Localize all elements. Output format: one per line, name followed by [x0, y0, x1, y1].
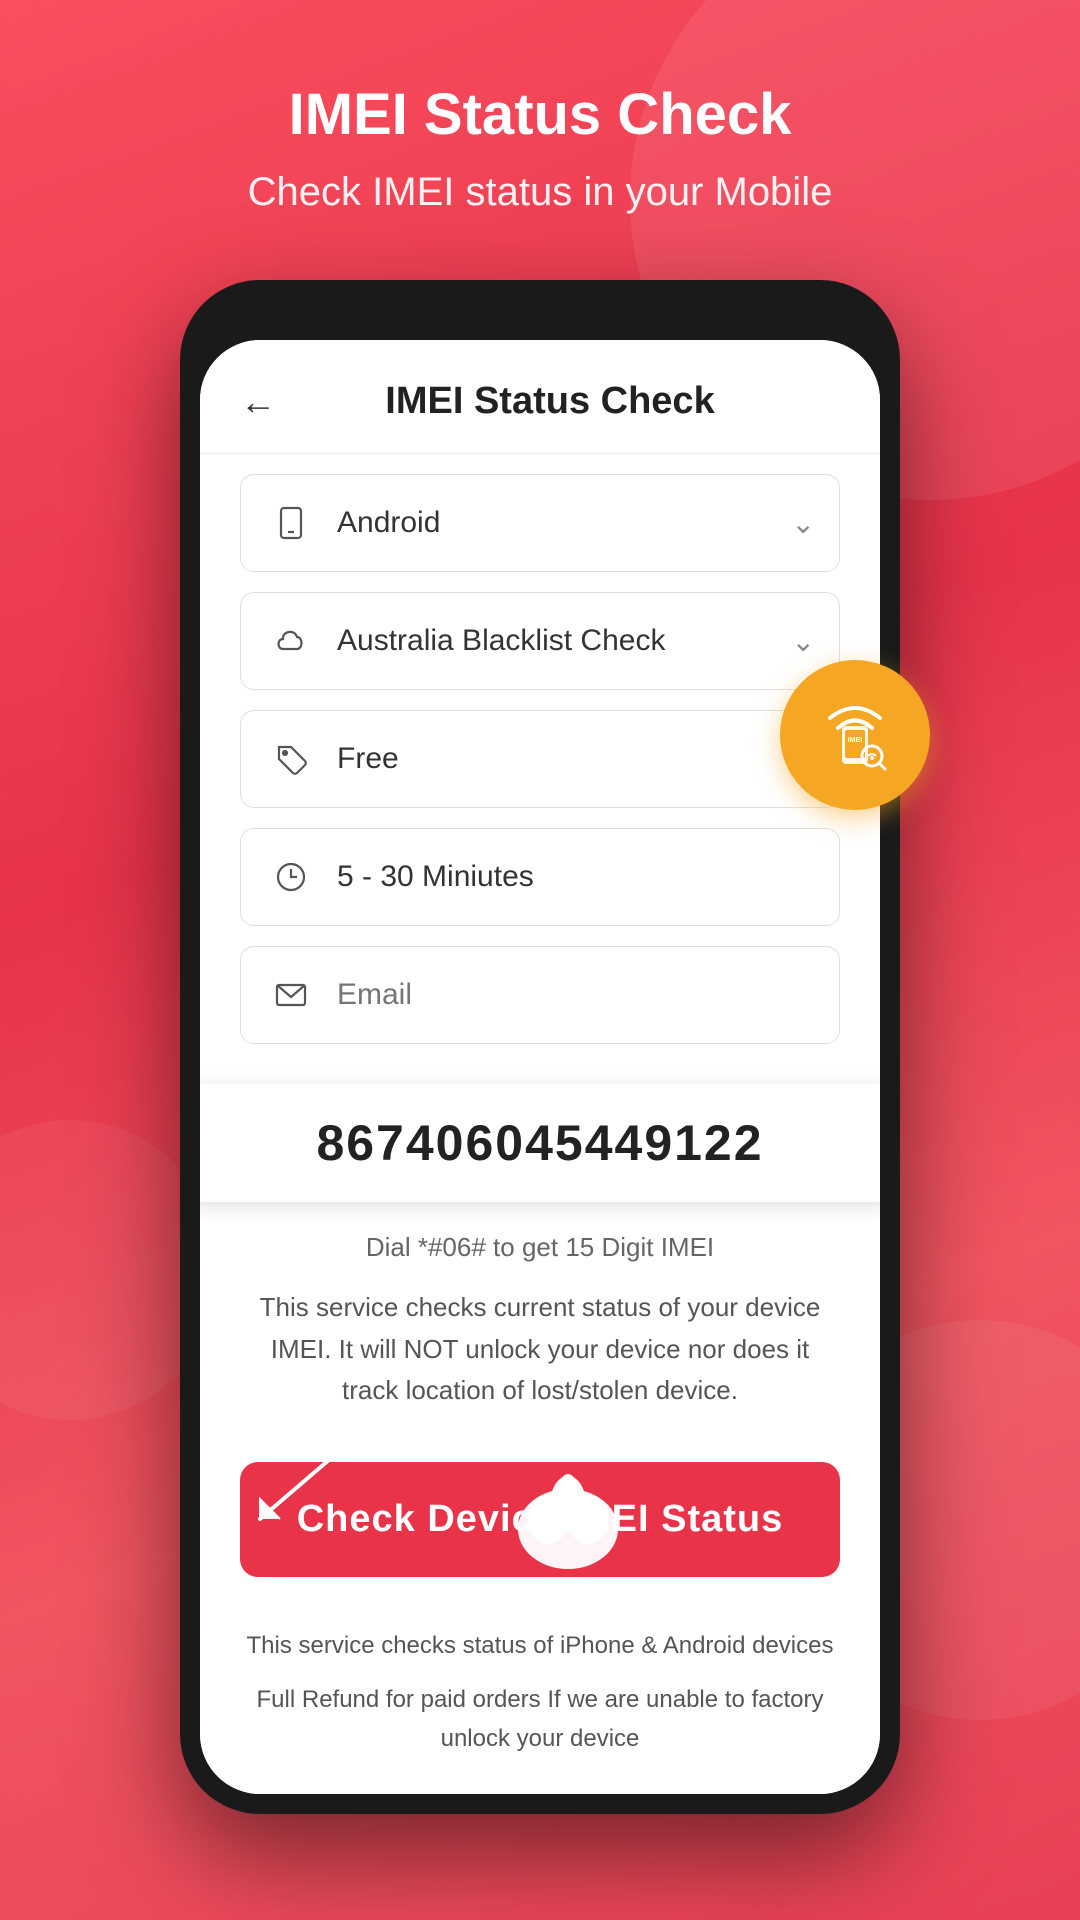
back-button[interactable]: ← [240, 381, 276, 423]
service-icon [265, 615, 317, 667]
mail-icon [273, 977, 309, 1013]
bottom-info: This service checks status of iPhone & A… [200, 1607, 880, 1794]
hand-cursor [498, 1444, 638, 1584]
page-title: IMEI Status Check [40, 80, 1040, 150]
service-value: Australia Blacklist Check [337, 624, 782, 658]
imei-badge: IMEI [780, 660, 930, 810]
imei-badge-icon: IMEI [810, 688, 900, 778]
header-section: IMEI Status Check Check IMEI status in y… [0, 0, 1080, 255]
email-row[interactable] [240, 946, 840, 1044]
dial-hint: Dial *#06# to get 15 Digit IMEI [240, 1232, 840, 1263]
hand-cursor-icon [498, 1444, 638, 1584]
service-row[interactable]: Australia Blacklist Check ⌄ [240, 592, 840, 690]
svg-text:IMEI: IMEI [848, 737, 862, 744]
cloud-icon [273, 623, 309, 659]
phone-mockup: IMEI ← IMEI Status Check [180, 280, 900, 1814]
device-type-chevron: ⌄ [792, 507, 815, 540]
arrow-icon [240, 1449, 340, 1529]
price-icon [265, 733, 317, 785]
imei-number: 867406045449122 [230, 1114, 850, 1172]
app-header: ← IMEI Status Check [200, 340, 880, 454]
email-input[interactable] [337, 978, 815, 1012]
clock-icon [273, 859, 309, 895]
duration-icon [265, 851, 317, 903]
service-chevron: ⌄ [792, 625, 815, 658]
refund-info: Full Refund for paid orders If we are un… [240, 1681, 840, 1758]
pointer-arrow [240, 1449, 340, 1534]
device-icon [265, 497, 317, 549]
page-subtitle: Check IMEI status in your Mobile [40, 170, 1040, 215]
duration-row: 5 - 30 Miniutes [240, 828, 840, 926]
device-type-value: Android [337, 506, 782, 540]
service-info-2: This service checks status of iPhone & A… [240, 1627, 840, 1665]
phone-notch [450, 300, 630, 330]
tag-icon [273, 741, 309, 777]
service-info-1: This service checks current status of yo… [240, 1287, 840, 1412]
device-type-row[interactable]: Android ⌄ [240, 474, 840, 572]
info-section: Dial *#06# to get 15 Digit IMEI This ser… [200, 1202, 880, 1462]
imei-band: 867406045449122 [200, 1084, 880, 1202]
imei-badge-inner: IMEI [810, 688, 900, 783]
form-container: Android ⌄ Australia Blacklist Check ⌄ [200, 454, 880, 1084]
email-icon [265, 969, 317, 1021]
duration-value: 5 - 30 Miniutes [337, 860, 815, 894]
phone-icon [273, 505, 309, 541]
price-row: Free [240, 710, 840, 808]
app-screen-title: IMEI Status Check [296, 380, 804, 423]
price-value: Free [337, 742, 815, 776]
